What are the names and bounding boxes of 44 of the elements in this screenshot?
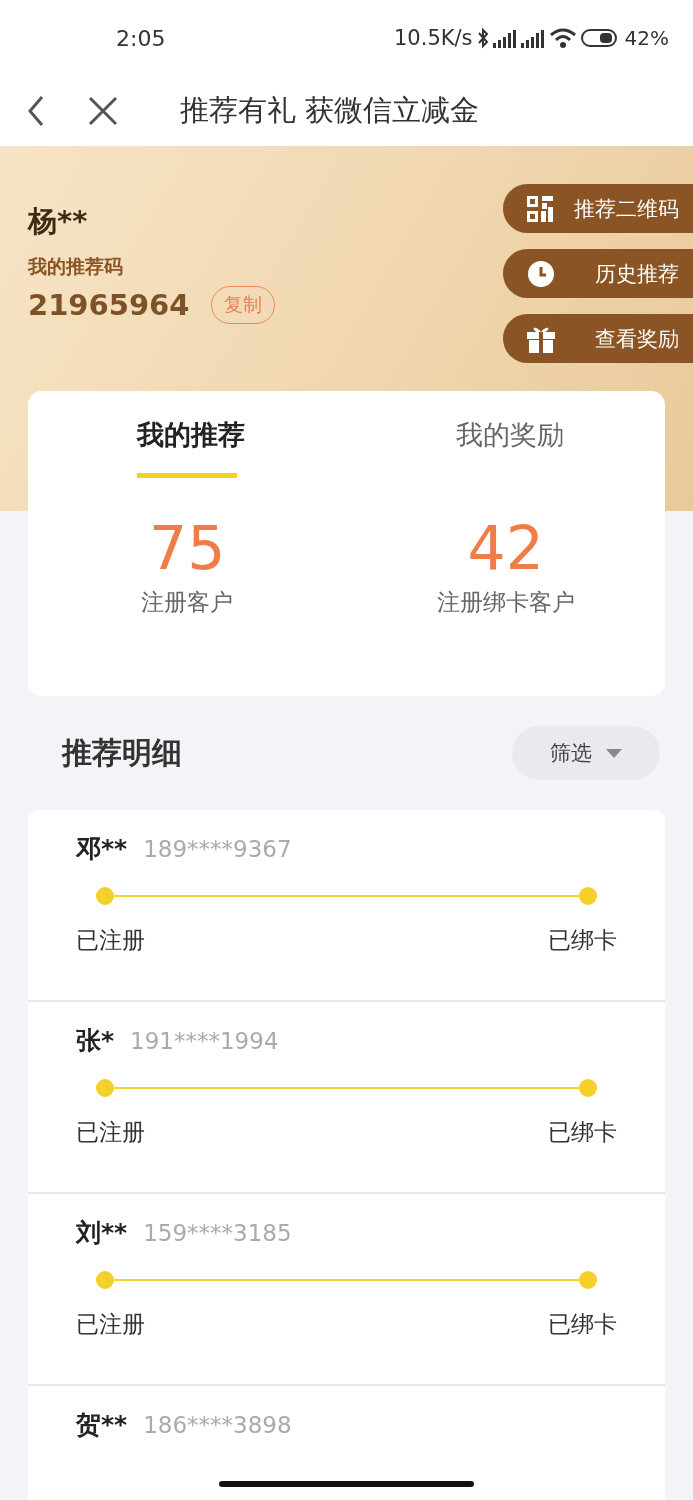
customer-name: 贺** (76, 1409, 128, 1441)
side-button[interactable]: 推荐二维码 (503, 184, 693, 233)
page-title: 推荐有礼 获微信立减金 (180, 92, 480, 129)
phone-number: 186****3898 (143, 1412, 292, 1438)
back-icon (26, 95, 46, 127)
customer-name: 张* (76, 1025, 115, 1057)
stat-value: 42 (467, 513, 544, 583)
clock-time: 2:05 (116, 25, 166, 51)
caret-icon (606, 748, 622, 758)
battery-icon (580, 28, 619, 48)
network-speed: 10.5K/s (394, 26, 473, 50)
filter-button[interactable]: 筛选 (512, 726, 660, 780)
step-label: 已注册 (76, 926, 145, 955)
close-icon (88, 96, 118, 126)
close-button[interactable] (88, 96, 118, 126)
customer-name: 刘** (76, 1217, 128, 1249)
stat-label: 注册绑卡客户 (436, 588, 575, 617)
step-label: 已绑卡 (548, 1118, 617, 1147)
clock-icon (527, 259, 555, 288)
wifi-icon (548, 27, 577, 49)
qr-code-icon (527, 195, 553, 222)
battery-percent: 42% (624, 26, 669, 50)
section-title: 推荐明细 (62, 733, 182, 772)
back-button[interactable] (26, 95, 46, 127)
tab[interactable]: 我的奖励 (346, 391, 665, 477)
tab[interactable]: 我的推荐 (28, 391, 347, 477)
stat-label: 注册客户 (141, 588, 234, 617)
stat-value: 75 (149, 513, 226, 583)
phone-number: 191****1994 (130, 1028, 279, 1054)
bluetooth-icon (476, 27, 489, 49)
phone-number: 189****9367 (143, 836, 292, 862)
step-label: 已绑卡 (548, 1310, 617, 1339)
side-button[interactable]: 历史推荐 (503, 249, 693, 298)
step-label: 已注册 (76, 1118, 145, 1147)
user-name: 杨** (28, 203, 89, 240)
signal-icon (492, 27, 517, 49)
step-label: 已绑卡 (548, 926, 617, 955)
side-button[interactable]: 查看奖励 (503, 314, 693, 363)
phone-number: 159****3185 (143, 1220, 292, 1246)
customer-name: 邓** (76, 833, 128, 865)
referral-code: 21965964 (28, 288, 190, 322)
referral-code-label: 我的推荐码 (28, 254, 124, 279)
signal-icon (520, 27, 545, 49)
step-label: 已注册 (76, 1310, 145, 1339)
